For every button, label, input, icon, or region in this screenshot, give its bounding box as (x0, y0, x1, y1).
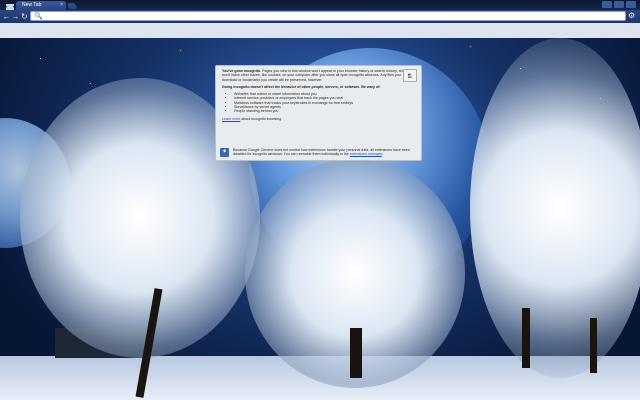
minimize-button[interactable] (602, 1, 612, 8)
search-icon: 🔍 (34, 13, 43, 20)
forward-icon[interactable]: → (11, 12, 20, 21)
learn-more-rest: about incognito browsing. (241, 116, 283, 121)
close-window-button[interactable] (626, 1, 636, 8)
extensions-end: . (382, 152, 384, 157)
toolbar: ← → ↻ 🔍 ⚙ (0, 10, 640, 23)
list-item: People standing behind you (234, 109, 415, 113)
tab-new-tab[interactable]: New Tab × (16, 1, 66, 10)
tab-strip: New Tab × (0, 0, 640, 13)
spy-icon: 🕵 (403, 69, 417, 82)
incognito-icon (3, 0, 17, 13)
omnibox[interactable]: 🔍 (30, 11, 626, 21)
window-controls (576, 1, 636, 9)
reload-icon[interactable]: ↻ (20, 12, 29, 21)
back-icon[interactable]: ← (2, 12, 11, 21)
extensions-notice: ✦ Because Google Chrome does not control… (220, 148, 416, 157)
new-tab-button[interactable] (66, 3, 78, 9)
wrench-icon[interactable]: ⚙ (628, 12, 636, 20)
extension-icon: ✦ (220, 148, 229, 157)
learn-more-line: Learn more about incognito browsing. (222, 117, 415, 121)
warning-heading: Going incognito doesn't affect the behav… (222, 84, 381, 89)
tree-right (470, 38, 640, 378)
extensions-text: Because Google Chrome does not control h… (233, 148, 410, 157)
learn-more-link[interactable]: Learn more (222, 117, 240, 121)
close-icon[interactable]: × (60, 1, 63, 10)
incognito-info-panel: 🕵 You've gone incognito. Pages you view … (215, 65, 422, 161)
tab-title: New Tab (22, 2, 42, 8)
intro-paragraph: You've gone incognito. Pages you view in… (222, 69, 415, 82)
wary-list: Websites that collect or share informati… (222, 92, 415, 113)
extensions-manager-link[interactable]: extensions manager (350, 152, 382, 156)
bookmark-bar (0, 23, 640, 39)
maximize-button[interactable] (614, 1, 624, 8)
